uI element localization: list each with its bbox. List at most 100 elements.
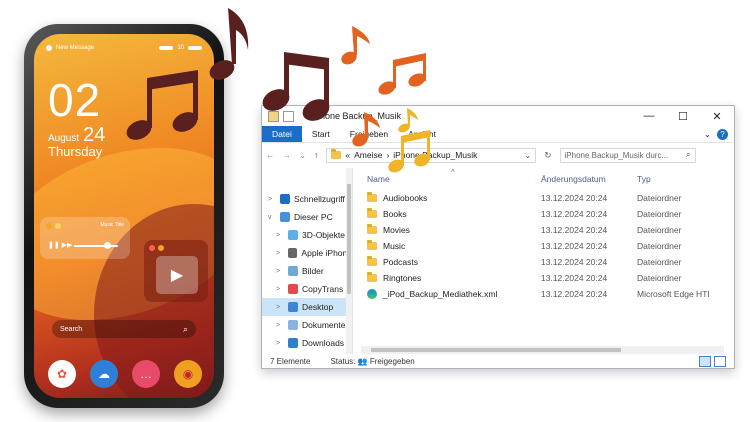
chevron-right-icon[interactable]: > xyxy=(276,322,284,329)
chevron-down-icon[interactable]: ⌄ xyxy=(524,150,531,161)
status-bar: 7 Elemente Status: 👥 Freigegeben xyxy=(262,354,734,368)
camera-app-icon[interactable]: ◉ xyxy=(174,360,202,388)
window-title: iPhone Backup_Musik xyxy=(312,111,402,121)
item-count: 7 Elemente xyxy=(270,356,311,366)
close-button[interactable]: ✕ xyxy=(700,110,734,123)
chevron-right-icon[interactable]: > xyxy=(276,304,284,311)
video-widget[interactable]: ▶ xyxy=(144,240,208,302)
sidebar-item-label: Schnellzugriff xyxy=(294,194,345,204)
ribbon-tabs: Datei Start Freigeben Ansicht ⌄ ? xyxy=(262,126,734,143)
music-controls[interactable]: ❚❚ ▶▶ xyxy=(48,241,72,249)
phone-search-bar[interactable]: Search ⌕ xyxy=(52,320,196,338)
maximize-button[interactable]: ☐ xyxy=(666,110,700,123)
tab-start[interactable]: Start xyxy=(302,126,340,142)
chevron-right-icon[interactable]: > xyxy=(276,232,284,239)
refresh-icon[interactable]: ↻ xyxy=(544,150,551,161)
sidebar-item[interactable]: > Bilder xyxy=(262,262,352,280)
messages-app-icon[interactable]: … xyxy=(132,360,160,388)
chevron-down-icon[interactable]: ⌄ xyxy=(704,129,711,140)
music-progress[interactable] xyxy=(74,245,118,247)
properties-icon[interactable] xyxy=(283,110,294,122)
sidebar-item[interactable]: > CopyTrans S xyxy=(262,280,352,298)
file-row[interactable]: Audiobooks 13.12.2024 20:24 Dateiordner xyxy=(367,190,734,206)
file-row[interactable]: Ringtones 13.12.2024 20:24 Dateiordner xyxy=(367,270,734,286)
dot-icon xyxy=(158,245,164,251)
chevron-right-icon[interactable]: > xyxy=(276,250,284,257)
sidebar-item[interactable]: > Apple iPhone xyxy=(262,244,352,262)
chevron-right-icon[interactable]: > xyxy=(276,268,284,275)
search-icon: ⌕ xyxy=(182,323,188,334)
chevron-right-icon[interactable]: > xyxy=(276,340,284,347)
file-name: Podcasts xyxy=(383,257,418,267)
search-placeholder: iPhone Backup_Musik durc... xyxy=(564,150,669,160)
tab-ansicht[interactable]: Ansicht xyxy=(398,126,446,142)
sidebar-item-label: Apple iPhone xyxy=(301,248,352,258)
breadcrumb-separator[interactable]: › xyxy=(386,150,389,160)
file-row[interactable]: Movies 13.12.2024 20:24 Dateiordner xyxy=(367,222,734,238)
up-button[interactable]: ↑ xyxy=(314,150,318,160)
file-date: 13.12.2024 20:24 xyxy=(541,225,608,235)
sidebar-item-label: Bilder xyxy=(302,266,324,276)
horizontal-scrollbar[interactable] xyxy=(361,346,724,354)
sidebar-item[interactable]: > Desktop xyxy=(262,298,352,316)
file-row[interactable]: Music 13.12.2024 20:24 Dateiordner xyxy=(367,238,734,254)
app-dock: ✿ ☁ … ◉ xyxy=(48,360,202,388)
file-rows: Audiobooks 13.12.2024 20:24 Dateiordner Boo… xyxy=(367,190,734,302)
chevron-down-icon[interactable]: v xyxy=(268,214,276,221)
file-type: Dateiordner xyxy=(637,193,682,203)
lock-screen-clock: 02 August 24 Thursday xyxy=(48,77,105,159)
column-type[interactable]: Typ xyxy=(637,174,717,184)
pictures-icon xyxy=(288,266,298,276)
folder-icon xyxy=(367,224,377,234)
file-row[interactable]: _iPod_Backup_Mediathek.xml 13.12.2024 20:… xyxy=(367,286,734,302)
tab-freigeben[interactable]: Freigeben xyxy=(340,126,398,142)
window-controls: — ☐ ✕ xyxy=(632,110,734,123)
music-note-icon xyxy=(378,53,426,95)
file-name: Books xyxy=(383,209,407,219)
music-title: Music Title xyxy=(100,222,124,228)
music-widget[interactable]: Music Title ❚❚ ▶▶ xyxy=(40,217,130,259)
breadcrumb-ameise[interactable]: Ameise xyxy=(354,150,382,160)
scrollbar-thumb[interactable] xyxy=(347,184,351,294)
sidebar-item[interactable]: v Dieser PC xyxy=(262,208,352,226)
smartphone-mockup: New Message 10 02 August 24 Thursday Mus… xyxy=(24,24,224,408)
file-row[interactable]: Podcasts 13.12.2024 20:24 Dateiordner xyxy=(367,254,734,270)
share-status: Status: 👥 Freigegeben xyxy=(330,357,414,366)
search-input[interactable]: iPhone Backup_Musik durc... ⌕ xyxy=(559,147,696,163)
sidebar-item[interactable]: > Downloads xyxy=(262,334,352,352)
forward-button[interactable]: → xyxy=(283,150,292,160)
sidebar-item[interactable]: >3D-Objekte xyxy=(262,226,352,244)
file-date: 13.12.2024 20:24 xyxy=(541,193,608,203)
minimize-button[interactable]: — xyxy=(632,110,666,123)
column-date[interactable]: Änderungsdatum xyxy=(541,174,637,184)
tiles-view-icon[interactable] xyxy=(714,355,726,367)
chevron-right-icon[interactable]: > xyxy=(268,196,276,203)
breadcrumb-current[interactable]: iPhone Backup_Musik xyxy=(393,150,477,160)
status-value: Freigegeben xyxy=(369,356,415,366)
details-view-icon[interactable] xyxy=(699,355,711,367)
back-button[interactable]: ← xyxy=(266,150,275,160)
play-icon[interactable]: ▶ xyxy=(156,256,198,294)
file-date: 13.12.2024 20:24 xyxy=(541,273,608,283)
folder-icon xyxy=(367,240,377,250)
file-name-cell: Music xyxy=(367,240,541,251)
tab-datei[interactable]: Datei xyxy=(262,126,302,142)
users-icon: 👥 xyxy=(357,356,368,366)
music-progress-knob[interactable] xyxy=(104,242,111,249)
address-bar[interactable]: « Ameise › iPhone Backup_Musik ⌄ xyxy=(326,147,537,163)
scrollbar-thumb[interactable] xyxy=(371,348,621,352)
weather-app-icon[interactable]: ☁ xyxy=(90,360,118,388)
clock-date: August 24 xyxy=(48,125,105,145)
photos-app-icon[interactable]: ✿ xyxy=(48,360,76,388)
navigation-scrollbar[interactable] xyxy=(346,168,352,354)
chevron-right-icon[interactable]: > xyxy=(276,286,284,293)
file-name-cell: Ringtones xyxy=(367,272,541,283)
sidebar-item-label: Desktop xyxy=(302,302,334,312)
recent-locations-button[interactable]: ⌄ xyxy=(299,150,306,161)
edge-icon xyxy=(367,289,377,299)
sidebar-item[interactable]: > Dokumente xyxy=(262,316,352,334)
sidebar-item[interactable]: > Schnellzugriff xyxy=(262,190,352,208)
file-name: Audiobooks xyxy=(383,193,428,203)
help-icon[interactable]: ? xyxy=(717,128,728,140)
file-row[interactable]: Books 13.12.2024 20:24 Dateiordner xyxy=(367,206,734,222)
